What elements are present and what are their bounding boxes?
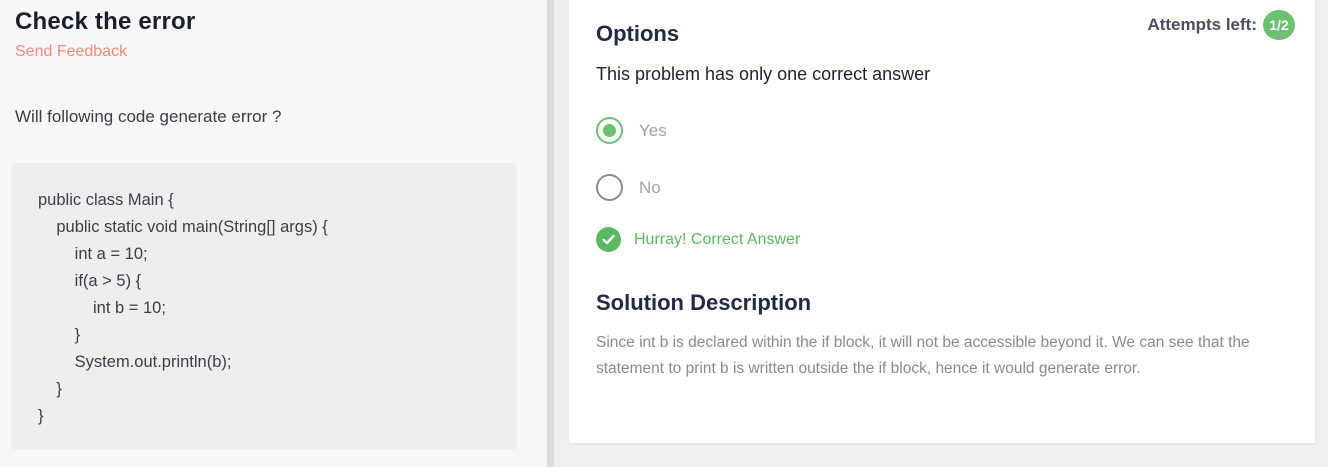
check-circle-icon (596, 227, 621, 252)
code-block: public class Main { public static void m… (11, 163, 517, 450)
option-label: No (639, 177, 661, 197)
problem-panel: Check the error Send Feedback Will follo… (0, 0, 547, 467)
attempts-label: Attempts left: (1147, 15, 1257, 34)
solution-title: Solution Description (596, 290, 812, 315)
code-line: } (38, 380, 62, 398)
question-text: Will following code generate error ? (15, 107, 282, 126)
problem-title: Check the error (15, 8, 196, 35)
result-text: Hurray! Correct Answer (634, 230, 801, 248)
code-line: int b = 10; (38, 299, 166, 317)
code-line: } (38, 326, 81, 344)
option-yes[interactable]: Yes (596, 117, 667, 144)
options-card: Options Attempts left: 1/2 This problem … (569, 0, 1315, 443)
radio-selected-icon[interactable] (596, 117, 623, 144)
code-line: if(a > 5) { (38, 272, 142, 290)
options-title: Options (596, 21, 680, 46)
radio-unselected-icon[interactable] (596, 174, 623, 201)
panel-resize-handle[interactable] (547, 0, 554, 467)
option-no[interactable]: No (596, 174, 661, 201)
code-line: public class Main { (38, 191, 174, 209)
attempts-badge: 1/2 (1263, 10, 1295, 40)
solution-text: Since int b is declared within the if bl… (596, 334, 1250, 377)
code-line: int a = 10; (38, 245, 148, 263)
answer-instruction: This problem has only one correct answer (596, 64, 931, 84)
attempts-indicator: Attempts left: 1/2 (1147, 10, 1295, 40)
code-line: } (38, 407, 44, 425)
send-feedback-link[interactable]: Send Feedback (15, 43, 127, 61)
result-message: Hurray! Correct Answer (596, 227, 800, 252)
code-line: System.out.println(b); (38, 353, 232, 371)
code-line: public static void main(String[] args) { (38, 218, 328, 236)
option-label: Yes (639, 120, 667, 140)
